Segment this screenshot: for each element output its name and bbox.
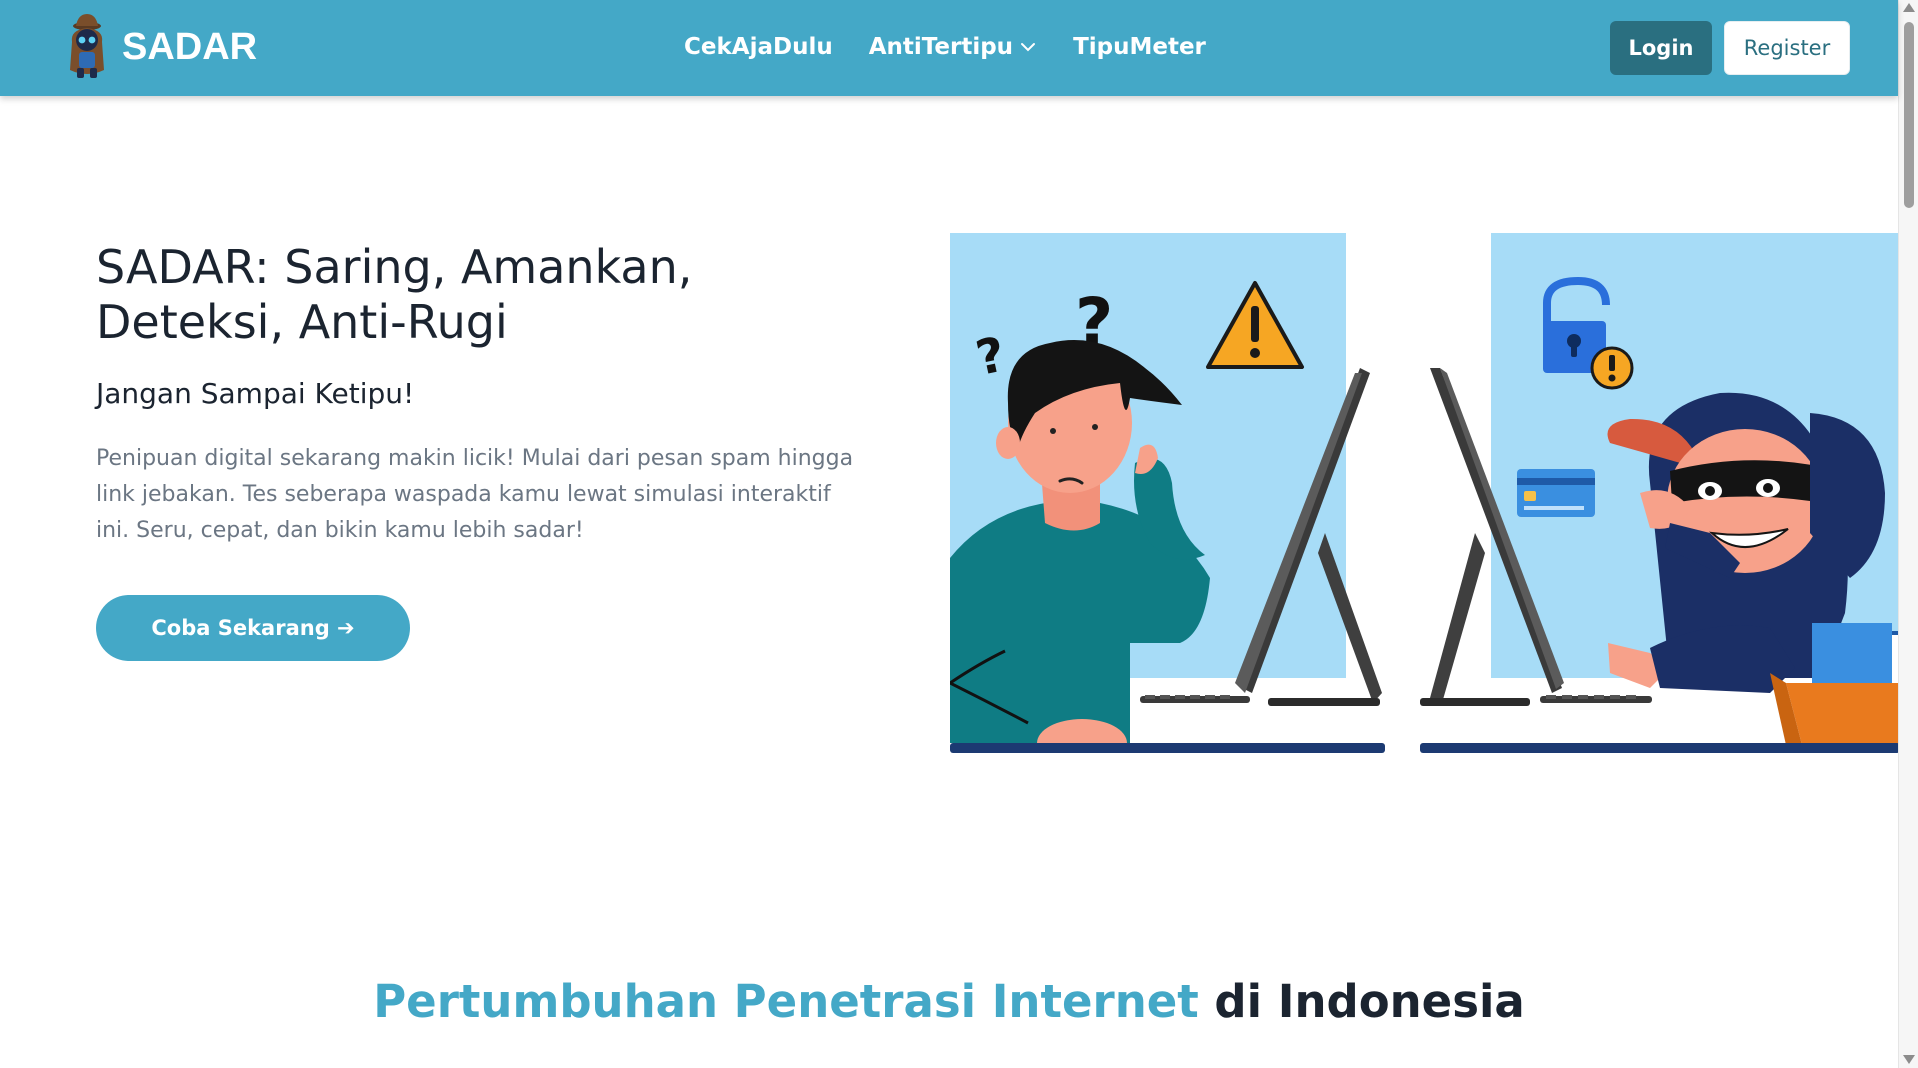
top-navbar: SADAR CekAjaDulu AntiTertipu TipuMeter L… [0,0,1898,96]
section-title-accent: Pertumbuhan Penetrasi Internet [373,975,1199,1028]
hero-illustration: ? ? [950,233,1900,753]
chevron-down-icon [1021,43,1036,52]
nav-link-cekajadulu[interactable]: CekAjaDulu [684,34,833,60]
vertical-scrollbar[interactable] [1898,0,1918,1068]
nav-link-tipumeter[interactable]: TipuMeter [1073,34,1206,60]
section-title-rest: di Indonesia [1198,975,1525,1028]
page: SADAR CekAjaDulu AntiTertipu TipuMeter L… [0,0,1918,1068]
hero-description: Penipuan digital sekarang makin licik! M… [96,446,854,543]
scroll-thumb[interactable] [1904,22,1914,208]
nav-links: CekAjaDulu AntiTertipu TipuMeter [684,34,1206,60]
nav-link-antitertipu-label: AntiTertipu [868,34,1014,60]
hero-subtitle: Jangan Sampai Ketipu! [96,377,415,410]
scroll-down-arrow-icon[interactable] [1903,1055,1915,1064]
spy-logo-icon [70,14,104,78]
credit-card-icon [1517,469,1595,517]
scroll-up-arrow-icon[interactable] [1903,3,1915,12]
brand[interactable]: SADAR [62,12,257,82]
brand-name: SADAR [122,25,258,68]
register-button[interactable]: Register [1724,21,1850,75]
section-title: Pertumbuhan Penetrasi Internet di Indone… [0,975,1898,1028]
hero-title: SADAR: Saring, Amankan, Deteksi, Anti-Ru… [96,240,693,349]
login-button[interactable]: Login [1610,21,1712,75]
try-now-button[interactable]: Coba Sekarang ➔ [96,595,410,661]
nav-link-antitertipu[interactable]: AntiTertipu [869,34,1037,60]
